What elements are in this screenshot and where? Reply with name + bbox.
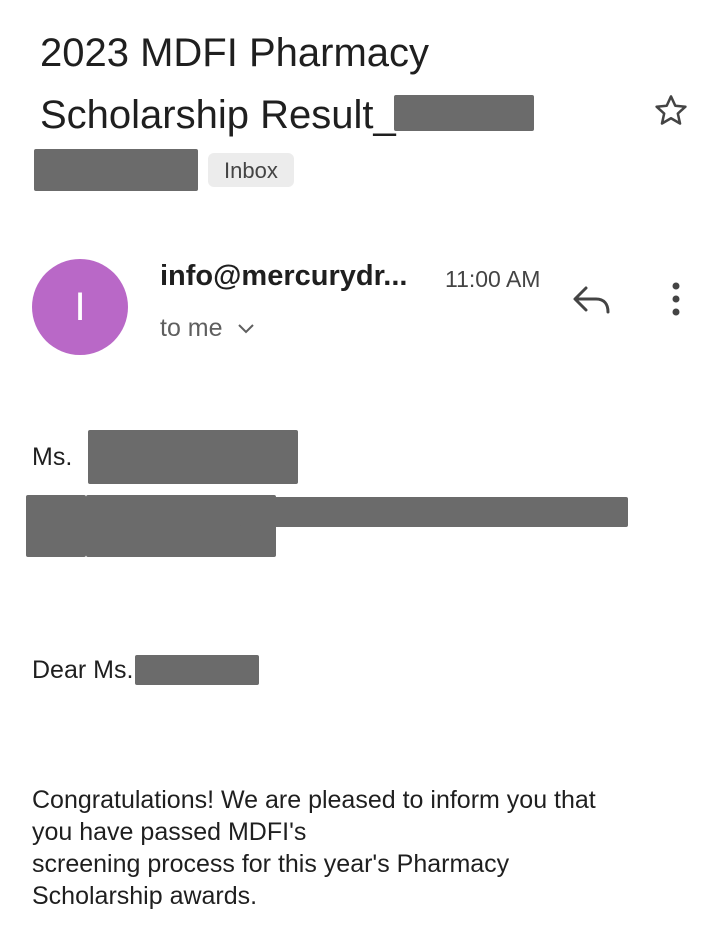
dear-redaction — [135, 655, 260, 685]
avatar-letter: I — [74, 284, 86, 329]
body-line: Congratulations! We are pleased to infor… — [32, 786, 596, 814]
sender-avatar[interactable]: I — [32, 259, 128, 355]
subject-line-2: Scholarship Result_ — [40, 84, 600, 146]
recipient-text: to me — [160, 314, 223, 342]
address-redaction-1 — [26, 495, 86, 557]
body-line: screening process for this year's Pharma… — [32, 850, 510, 878]
reply-icon[interactable] — [570, 280, 614, 320]
body-line: Scholarship awards. — [32, 882, 258, 910]
subject-line-2-text: Scholarship Result_ — [40, 93, 396, 137]
email-time: 11:00 AM — [445, 266, 541, 292]
inbox-label-chip[interactable]: Inbox — [208, 153, 294, 187]
subject-line-1: 2023 MDFI Pharmacy — [40, 31, 430, 75]
salutation-line: Ms. — [32, 430, 299, 484]
sender-address[interactable]: info@mercurydr... — [160, 260, 407, 293]
label-row: Inbox — [34, 147, 294, 193]
email-subject: 2023 MDFI Pharmacy Scholarship Result_ — [40, 22, 600, 146]
body-line: you have passed MDFI's — [32, 818, 307, 846]
email-body: Congratulations! We are pleased to infor… — [32, 784, 672, 912]
dear-line: Dear Ms. — [32, 654, 260, 686]
label-redaction — [34, 149, 198, 191]
recipient-toggle[interactable]: to me — [160, 314, 255, 343]
more-vert-icon[interactable] — [664, 280, 688, 320]
address-redaction-3 — [240, 497, 628, 527]
dear-text: Dear Ms. — [32, 656, 134, 684]
salutation-text: Ms. — [32, 443, 73, 471]
salutation-redaction — [88, 430, 299, 484]
chevron-down-icon — [237, 323, 254, 333]
star-icon[interactable] — [652, 92, 690, 130]
subject-redaction — [393, 95, 534, 132]
